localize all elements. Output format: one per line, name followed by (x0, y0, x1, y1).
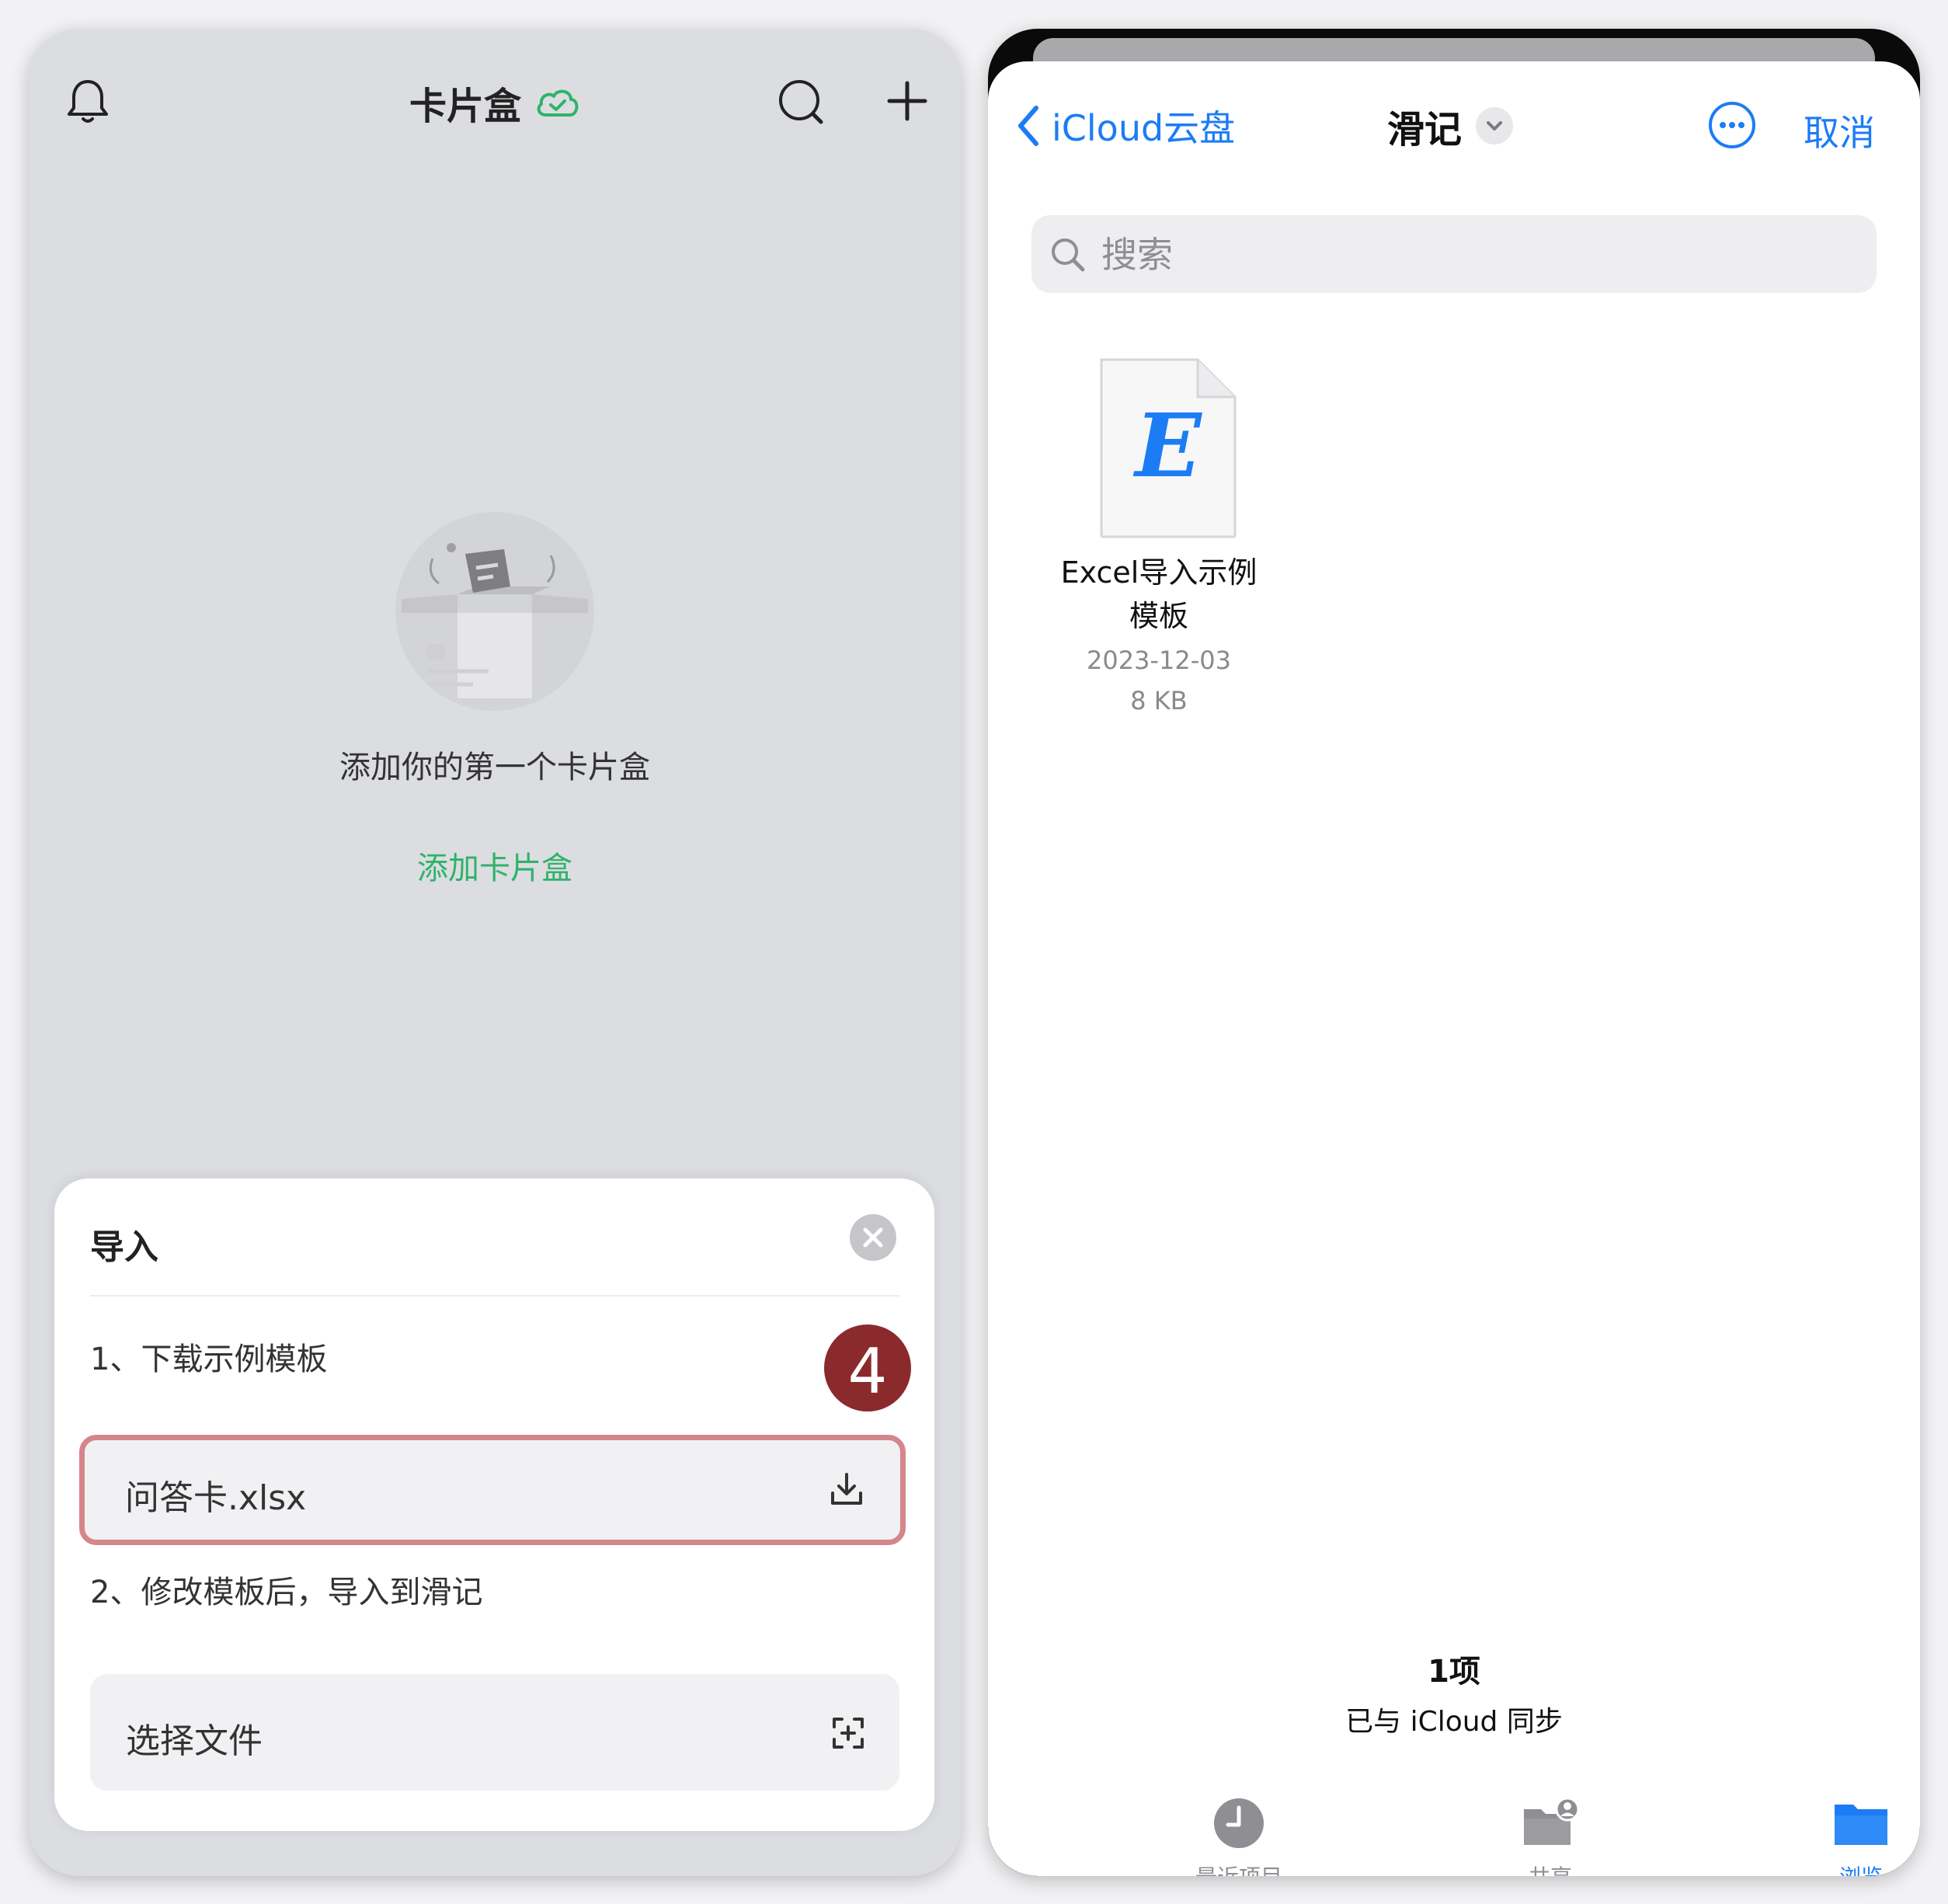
folder-title-menu[interactable]: 滑记 (1387, 99, 1514, 153)
folder-title: 滑记 (1387, 108, 1463, 151)
close-button[interactable] (850, 1214, 896, 1261)
file-name-line2: 模板 (1129, 599, 1188, 633)
back-button[interactable]: iCloud云盘 (1016, 99, 1235, 153)
tab-shared-label: 共享 (1457, 1860, 1644, 1876)
add-card-box-link[interactable]: 添加卡片盒 (29, 843, 961, 888)
page-title: 卡片盒 (409, 85, 522, 128)
tab-shared[interactable]: 共享 (1457, 1795, 1644, 1876)
add-icon[interactable] (886, 80, 928, 122)
sync-status: 已与 iCloud 同步 (1345, 1706, 1563, 1738)
import-sheet-title: 导入 (90, 1227, 158, 1267)
file-size: 8 KB (1130, 686, 1188, 715)
divider (90, 1295, 899, 1297)
template-file-name: 问答卡.xlsx (125, 1478, 307, 1518)
excel-file-icon: E (1100, 358, 1237, 538)
left-app-screen: 卡片盒 添加你的第一个卡片盒 添加卡片盒 导入 1、下载示例模板 问答卡.xls… (29, 29, 961, 1876)
tab-browse-label: 浏览 (1768, 1860, 1920, 1876)
more-options-icon[interactable] (1707, 100, 1757, 150)
empty-box-illustration (395, 512, 594, 711)
search-input[interactable] (1100, 226, 1849, 284)
file-item[interactable]: E Excel导入示例 模板 2023-12-03 8 KB (1050, 357, 1268, 761)
empty-state-message: 添加你的第一个卡片盒 (339, 750, 650, 785)
search-icon[interactable] (776, 77, 826, 127)
import-sheet: 导入 1、下载示例模板 问答卡.xlsx 2、修改模板后，导入到滑记 选择文件 (54, 1178, 934, 1831)
cancel-button[interactable]: 取消 (1804, 105, 1875, 156)
folder-icon (1835, 1805, 1887, 1845)
top-bar: 卡片盒 (29, 29, 961, 169)
cloud-synced-icon (537, 89, 579, 117)
item-count: 1项 (1428, 1654, 1480, 1690)
clock-icon (1214, 1798, 1264, 1848)
tab-browse[interactable]: 浏览 (1768, 1795, 1920, 1876)
download-icon[interactable] (829, 1471, 864, 1507)
search-icon (1052, 238, 1085, 272)
bell-icon[interactable] (64, 77, 111, 125)
step-number-badge: 4 (820, 1321, 915, 1415)
file-icon-letter: E (1132, 395, 1202, 497)
file-date: 2023-12-03 (1087, 646, 1231, 675)
file-name: Excel导入示例 模板 (1050, 551, 1268, 638)
step2-label: 2、修改模板后，导入到滑记 (90, 1575, 483, 1610)
close-icon (863, 1227, 883, 1248)
file-select-icon (833, 1718, 864, 1749)
file-picker-sheet: iCloud云盘 滑记 取消 E (988, 61, 1920, 1876)
title-group: 卡片盒 (409, 75, 580, 130)
choose-file-label: 选择文件 (126, 1721, 263, 1761)
tab-recents-label: 最近项目 (1146, 1860, 1332, 1876)
chevron-left-icon (1018, 106, 1038, 146)
tab-recents[interactable]: 最近项目 (1146, 1795, 1332, 1876)
file-picker-screen: iCloud云盘 滑记 取消 E (988, 29, 1920, 1876)
file-name-line1: Excel导入示例 (1060, 555, 1258, 590)
shared-folder-icon (1524, 1797, 1578, 1845)
choose-file-button[interactable]: 选择文件 (90, 1674, 899, 1791)
search-bar[interactable] (1031, 215, 1877, 293)
back-label: iCloud云盘 (1052, 107, 1236, 149)
template-download-row[interactable]: 问答卡.xlsx (79, 1435, 906, 1545)
chevron-down-icon (1476, 107, 1514, 144)
step1-label: 1、下载示例模板 (90, 1342, 328, 1377)
